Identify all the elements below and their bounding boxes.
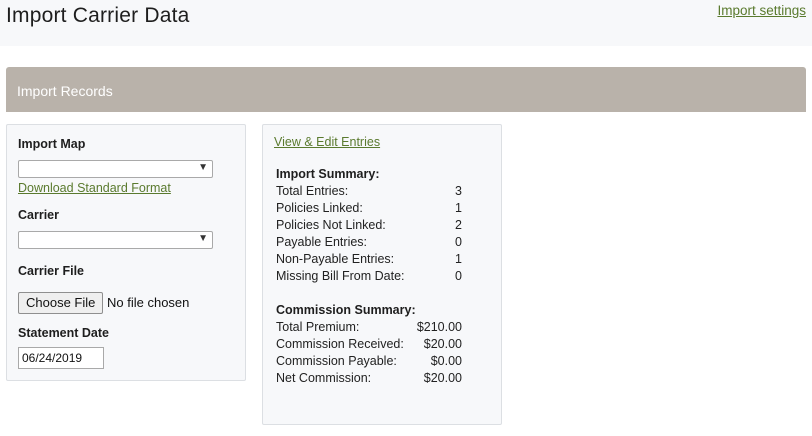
summary-label: Total Entries: [276,184,349,198]
summary-label: Payable Entries: [276,235,368,249]
choose-file-button[interactable]: Choose File [18,292,104,314]
chevron-down-icon: ▼ [198,233,208,244]
carrier-label: Carrier [18,208,59,222]
summary-row: Total Entries: 3 [276,184,462,201]
summary-label: Missing Bill From Date: [276,269,405,283]
import-form-panel: Import Map ▼ Download Standard Format Ca… [6,124,246,381]
page-title: Import Carrier Data [6,4,190,27]
import-map-select[interactable]: ▼ [18,160,213,178]
summary-row: Total Premium: $210.00 [276,320,462,337]
summary-row: Commission Payable: $0.00 [276,354,462,371]
file-status: No file chosen [107,295,190,310]
statement-date-label: Statement Date [18,326,109,340]
summary-label: Commission Received: [276,337,404,351]
import-settings-link[interactable]: Import settings [717,3,806,18]
summary-value: 2 [455,218,462,232]
summary-value: $20.00 [423,371,462,385]
summary-row: Policies Not Linked: 2 [276,218,462,235]
import-records-header: Import Records [6,67,806,112]
summary-row: Commission Received: $20.00 [276,337,462,354]
summary-label: Policies Linked: [276,201,363,215]
carrier-select[interactable]: ▼ [18,231,213,249]
top-bar: Import Carrier Data Import settings [0,0,812,46]
summary-label: Non-Payable Entries: [276,252,395,266]
import-map-label: Import Map [18,137,86,151]
summary-row: Missing Bill From Date: 0 [276,269,462,286]
summary-row: Non-Payable Entries: 1 [276,252,462,269]
summary-label: Commission Payable: [276,354,397,368]
view-edit-entries-link[interactable]: View & Edit Entries [274,135,380,149]
summary-value: $20.00 [423,337,462,351]
summary-value: $0.00 [430,354,462,368]
summary-row: Payable Entries: 0 [276,235,462,252]
commission-summary-title: Commission Summary: [276,303,416,317]
carrier-file-label: Carrier File [18,264,85,278]
summary-panel: View & Edit Entries Import Summary: Tota… [262,124,502,425]
summary-label: Total Premium: [276,320,360,334]
summary-label: Policies Not Linked: [276,218,386,232]
section-title: Import Records [17,83,113,99]
summary-value: 0 [455,235,462,249]
summary-label: Net Commission: [276,371,372,385]
statement-date-input[interactable] [18,347,104,369]
summary-value: 1 [455,252,462,266]
summary-row: Net Commission: $20.00 [276,371,462,388]
chevron-down-icon: ▼ [198,162,208,173]
summary-value: $210.00 [416,320,462,334]
summary-value: 1 [455,201,462,215]
summary-value: 3 [455,184,462,198]
summary-value: 0 [455,269,462,283]
import-summary-title: Import Summary: [276,167,380,181]
download-standard-format-link[interactable]: Download Standard Format [18,181,171,195]
summary-row: Policies Linked: 1 [276,201,462,218]
